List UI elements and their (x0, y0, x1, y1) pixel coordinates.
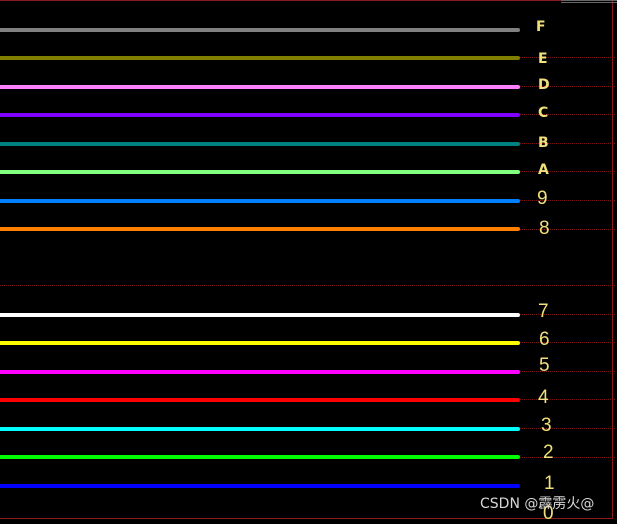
label-7: 7 (538, 301, 549, 322)
label-4: 4 (538, 387, 549, 408)
window-edge (561, 0, 617, 3)
label-1: 1 (544, 473, 555, 494)
color-line-2 (0, 455, 520, 459)
color-line-A (0, 170, 520, 174)
watermark-text: CSDN @霹雳火@ (480, 496, 595, 512)
grid-separator (0, 285, 615, 286)
color-line-6 (0, 341, 520, 345)
label-5: 5 (539, 355, 550, 376)
color-line-D (0, 85, 520, 89)
label-A: A (538, 162, 549, 178)
color-line-C (0, 113, 520, 117)
label-3: 3 (541, 415, 552, 436)
color-line-4 (0, 398, 520, 402)
canvas-frame (0, 0, 613, 519)
color-line-canvas: FEDCBA 9 8 7 6 5 4 3 2 1 (0, 0, 617, 524)
label-F: F (536, 19, 546, 35)
color-line-7 (0, 313, 520, 317)
color-line-3 (0, 427, 520, 431)
color-line-E (0, 56, 520, 60)
color-line-9 (0, 199, 520, 203)
label-6: 6 (539, 329, 550, 350)
label-8: 8 (539, 218, 550, 239)
label-D: D (538, 77, 550, 93)
label-9: 9 (537, 188, 548, 209)
color-line-B (0, 142, 520, 146)
label-B: B (538, 135, 549, 151)
color-line-F (0, 28, 520, 32)
label-E: E (538, 51, 548, 67)
color-line-1 (0, 484, 520, 488)
label-2: 2 (543, 442, 554, 463)
color-line-8 (0, 227, 520, 231)
label-C: C (538, 105, 549, 121)
color-line-5 (0, 370, 520, 374)
